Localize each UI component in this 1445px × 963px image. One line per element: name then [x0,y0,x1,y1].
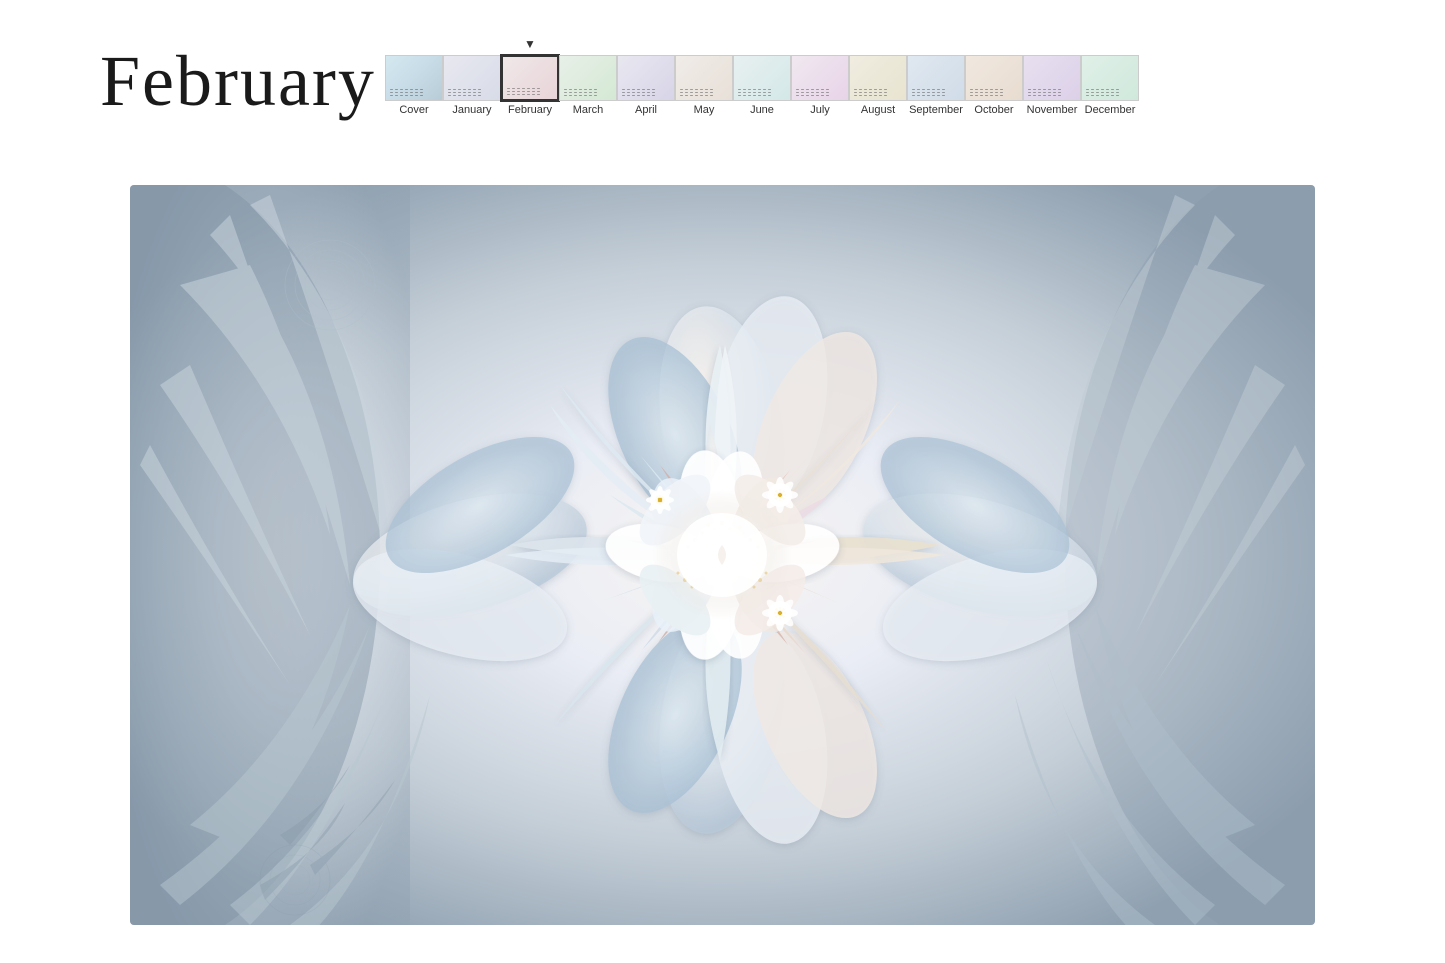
thumbnail-calendar-lines-january [448,89,496,96]
thumbnail-image-cover [385,55,443,101]
thumbnail-july[interactable]: July [791,55,849,116]
thumbnail-label-cover: Cover [385,104,443,116]
thumbnail-image-april [617,55,675,101]
thumbnail-cover[interactable]: Cover [385,55,443,116]
calendar-artwork [130,185,1315,925]
thumbnail-label-august: August [849,104,907,116]
thumbnail-calendar-lines-december [1086,89,1134,96]
thumbnail-calendar-lines-cover [390,89,438,96]
thumbnail-february[interactable]: February [501,55,559,116]
thumbnail-label-may: May [675,104,733,116]
thumbnail-image-november [1023,55,1081,101]
thumbnail-calendar-lines-june [738,89,786,96]
thumbnail-calendar-lines-november [1028,89,1076,96]
thumbnail-january[interactable]: January [443,55,501,116]
thumbnail-june[interactable]: June [733,55,791,116]
thumbnail-october[interactable]: October [965,55,1023,116]
thumbnail-may[interactable]: May [675,55,733,116]
thumbnail-image-may [675,55,733,101]
thumbnail-november[interactable]: November [1023,55,1081,116]
thumbnail-label-november: November [1023,104,1081,116]
thumbnail-label-february: February [501,104,559,116]
thumbnail-calendar-lines-march [564,89,612,96]
thumbnail-calendar-lines-september [912,89,960,96]
thumbnail-strip: CoverJanuaryFebruaryMarchAprilMayJuneJul… [385,55,1139,116]
thumbnail-april[interactable]: April [617,55,675,116]
thumbnail-calendar-lines-august [854,89,902,96]
thumbnail-label-december: December [1081,104,1139,116]
month-title: February [100,40,376,123]
thumbnail-label-march: March [559,104,617,116]
thumbnail-image-july [791,55,849,101]
thumbnail-calendar-lines-may [680,89,728,96]
thumbnail-image-march [559,55,617,101]
thumbnail-label-april: April [617,104,675,116]
thumbnail-label-june: June [733,104,791,116]
thumbnail-august[interactable]: August [849,55,907,116]
thumbnail-label-september: September [907,104,965,116]
thumbnail-september[interactable]: September [907,55,965,116]
thumbnail-image-september [907,55,965,101]
thumbnail-label-october: October [965,104,1023,116]
thumbnail-image-january [443,55,501,101]
thumbnail-image-august [849,55,907,101]
thumbnail-label-january: January [443,104,501,116]
thumbnail-calendar-lines-october [970,89,1018,96]
thumbnail-calendar-lines-april [622,89,670,96]
thumbnail-march[interactable]: March [559,55,617,116]
thumbnail-image-october [965,55,1023,101]
thumbnail-label-july: July [791,104,849,116]
thumbnail-calendar-lines-february [507,88,553,95]
thumbnail-image-february [501,55,559,101]
thumbnail-december[interactable]: December [1081,55,1139,116]
thumbnail-image-june [733,55,791,101]
thumbnail-calendar-lines-july [796,89,844,96]
thumbnail-image-december [1081,55,1139,101]
calendar-main-image [130,185,1315,925]
